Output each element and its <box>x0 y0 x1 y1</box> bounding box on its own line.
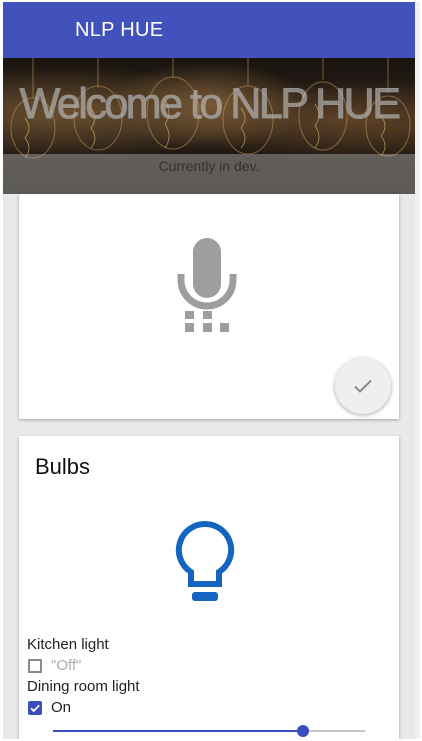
bulbs-title: Bulbs <box>35 454 91 479</box>
light-name-kitchen: Kitchen light <box>27 636 109 653</box>
microphone-icon[interactable] <box>177 236 237 336</box>
hero-title: Welcome to NLP HUE <box>19 80 401 129</box>
light-name-dining-room: Dining room light <box>27 678 140 695</box>
lightbulb-icon <box>175 520 235 601</box>
dining-room-light-state: On <box>51 699 72 716</box>
hero-banner: Welcome to NLP HUE Currently in dev. <box>3 58 415 194</box>
bulbs-card: Bulbs Kitchen light "Off" Dining room li… <box>19 436 399 739</box>
brightness-slider-fill <box>53 730 303 732</box>
app-frame: NLP HUE Welcome to NLP HUE Currently in … <box>3 2 415 739</box>
app-title: NLP HUE <box>75 19 164 41</box>
app-bar: NLP HUE <box>3 2 415 58</box>
brightness-slider-thumb[interactable] <box>296 725 309 737</box>
kitchen-light-checkbox[interactable] <box>28 659 42 673</box>
submit-fab-button[interactable] <box>335 358 391 414</box>
check-icon <box>354 379 372 393</box>
hero-subtitle: Currently in dev. <box>3 154 415 194</box>
voice-card <box>19 194 399 419</box>
checkmark-icon <box>30 704 40 713</box>
page-scrollbar[interactable] <box>415 2 420 739</box>
kitchen-light-state: "Off" <box>51 657 82 674</box>
brightness-slider[interactable] <box>53 725 365 737</box>
dining-room-light-checkbox[interactable] <box>28 701 42 715</box>
